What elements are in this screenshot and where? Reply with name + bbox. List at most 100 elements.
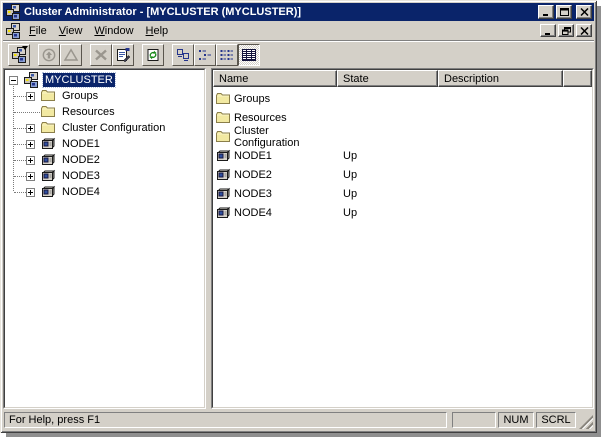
node-icon — [215, 148, 231, 164]
close-button[interactable] — [576, 5, 592, 19]
list-pane: Name State Description Groups Resources — [211, 68, 594, 409]
node-icon — [40, 152, 56, 168]
status-message: For Help, press F1 — [4, 412, 447, 428]
folder-icon — [40, 88, 56, 104]
tree-item-label: NODE3 — [60, 169, 102, 183]
list-row-node3[interactable]: NODE3 Up — [213, 184, 592, 203]
menu-file[interactable]: File — [23, 23, 53, 39]
tree-item-groups[interactable]: Groups — [14, 88, 204, 104]
menu-view[interactable]: View — [53, 23, 89, 39]
menu-bar: File View Window Help — [3, 21, 594, 41]
delete-button — [90, 44, 112, 66]
view-large-icons-button[interactable] — [172, 44, 194, 66]
row-name: Resources — [234, 112, 287, 124]
small-icons-view-icon — [197, 47, 213, 63]
take-offline-button — [60, 44, 82, 66]
tree-item-node4[interactable]: NODE4 — [14, 184, 204, 200]
status-bar: For Help, press F1 NUM SCRL — [3, 409, 594, 430]
mdi-restore-button[interactable] — [558, 24, 574, 37]
menu-window[interactable]: Window — [88, 23, 139, 39]
node-icon — [215, 167, 231, 183]
tree-connector — [14, 128, 26, 129]
bring-online-button — [38, 44, 60, 66]
view-details-button[interactable] — [238, 44, 260, 66]
node-icon — [40, 168, 56, 184]
expand-plus-icon[interactable] — [26, 140, 35, 149]
cluster-administrator-window: Cluster Administrator - [MYCLUSTER (MYCL… — [0, 0, 597, 433]
mdi-restore-icon — [562, 27, 571, 35]
tree-item-label: NODE2 — [60, 153, 102, 167]
column-header-filler — [563, 70, 592, 87]
list-row-node4[interactable]: NODE4 Up — [213, 203, 592, 222]
cluster-menu-button[interactable] — [8, 44, 30, 66]
view-list-button[interactable] — [216, 44, 238, 66]
tree-item-label: Cluster Configuration — [60, 121, 167, 135]
status-indicator-num: NUM — [498, 412, 534, 428]
tree-item-node3[interactable]: NODE3 — [14, 168, 204, 184]
resize-grip[interactable] — [579, 415, 593, 429]
tree-item-mycluster[interactable]: MYCLUSTER — [9, 72, 204, 88]
list-row-node2[interactable]: NODE2 Up — [213, 165, 592, 184]
mdi-system-menu-icon[interactable] — [5, 23, 21, 39]
offline-triangle-icon — [63, 47, 79, 63]
minimize-icon — [542, 8, 551, 16]
title-bar[interactable]: Cluster Administrator - [MYCLUSTER (MYCL… — [3, 3, 594, 21]
node-icon — [215, 186, 231, 202]
expand-plus-icon[interactable] — [26, 124, 35, 133]
folder-icon — [40, 104, 56, 120]
mdi-close-button[interactable] — [576, 24, 592, 37]
tree-guide-line — [13, 82, 14, 192]
tree-item-resources[interactable]: Resources — [14, 104, 204, 120]
row-name: Groups — [234, 93, 270, 105]
refresh-button[interactable] — [142, 44, 164, 66]
column-header-description[interactable]: Description — [438, 70, 563, 87]
expand-plus-icon[interactable] — [26, 92, 35, 101]
list-view-icon — [219, 47, 235, 63]
list-rows: Groups Resources Cluster Configuration — [213, 87, 592, 222]
tree-item-label: MYCLUSTER — [43, 73, 115, 87]
row-name: NODE4 — [234, 207, 272, 219]
tree-connector — [14, 192, 26, 193]
expand-plus-icon[interactable] — [26, 188, 35, 197]
tree-item-label: Resources — [60, 105, 117, 119]
row-state: Up — [337, 207, 438, 219]
tree-item-cluster-configuration[interactable]: Cluster Configuration — [14, 120, 204, 136]
tree-item-label: Groups — [60, 89, 100, 103]
list-row-groups[interactable]: Groups — [213, 89, 592, 108]
menu-help[interactable]: Help — [140, 23, 175, 39]
mdi-minimize-button[interactable] — [540, 24, 556, 37]
tree-connector — [14, 112, 40, 113]
properties-sheet-icon — [115, 47, 131, 63]
cluster-tree: MYCLUSTER Groups Resources — [5, 70, 204, 407]
close-icon — [580, 8, 589, 16]
node-icon — [40, 136, 56, 152]
view-small-icons-button[interactable] — [194, 44, 216, 66]
large-icons-view-icon — [175, 47, 191, 63]
main-area: MYCLUSTER Groups Resources — [3, 68, 594, 409]
column-header-name[interactable]: Name — [213, 70, 337, 87]
tree-connector — [14, 144, 26, 145]
list-header: Name State Description — [213, 70, 592, 87]
details-view-icon — [241, 47, 257, 63]
circle-up-arrow-icon — [41, 47, 57, 63]
row-name: NODE2 — [234, 169, 272, 181]
collapse-minus-icon[interactable] — [9, 76, 18, 85]
minimize-button[interactable] — [538, 5, 554, 19]
row-state: Up — [337, 188, 438, 200]
tree-item-node2[interactable]: NODE2 — [14, 152, 204, 168]
folder-icon — [215, 129, 231, 145]
maximize-button[interactable] — [556, 5, 572, 19]
cluster-icon — [23, 72, 39, 88]
folder-icon — [215, 110, 231, 126]
row-name: NODE3 — [234, 188, 272, 200]
tree-item-node1[interactable]: NODE1 — [14, 136, 204, 152]
refresh-icon — [145, 47, 161, 63]
expand-plus-icon[interactable] — [26, 156, 35, 165]
expand-plus-icon[interactable] — [26, 172, 35, 181]
list-row-node1[interactable]: NODE1 Up — [213, 146, 592, 165]
row-state: Up — [337, 169, 438, 181]
dropdown-arrow-icon — [22, 46, 28, 50]
list-row-cluster-configuration[interactable]: Cluster Configuration — [213, 127, 592, 146]
column-header-state[interactable]: State — [337, 70, 438, 87]
properties-button[interactable] — [112, 44, 134, 66]
